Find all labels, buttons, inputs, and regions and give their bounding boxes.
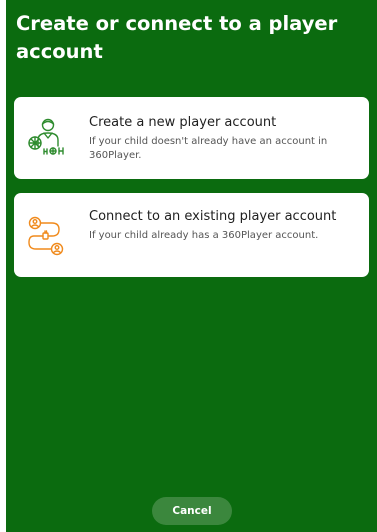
create-option-title: Create a new player account: [89, 115, 277, 130]
page-title: Create or connect to a player account: [16, 12, 338, 63]
player-with-ball-icon: [28, 118, 64, 155]
link-accounts-icon: [28, 216, 64, 256]
dialog-panel: Create or connect to a player account Cr…: [6, 0, 377, 532]
create-option-description: If your child doesn't already have an ac…: [89, 136, 328, 161]
connect-option-description: If your child already has a 360Player ac…: [89, 230, 319, 241]
connect-option-title: Connect to an existing player account: [89, 209, 337, 224]
connect-player-account-option[interactable]: Connect to an existing player account If…: [14, 193, 369, 277]
create-player-account-option[interactable]: Create a new player account If your chil…: [14, 97, 369, 179]
cancel-button[interactable]: Cancel: [152, 497, 232, 525]
